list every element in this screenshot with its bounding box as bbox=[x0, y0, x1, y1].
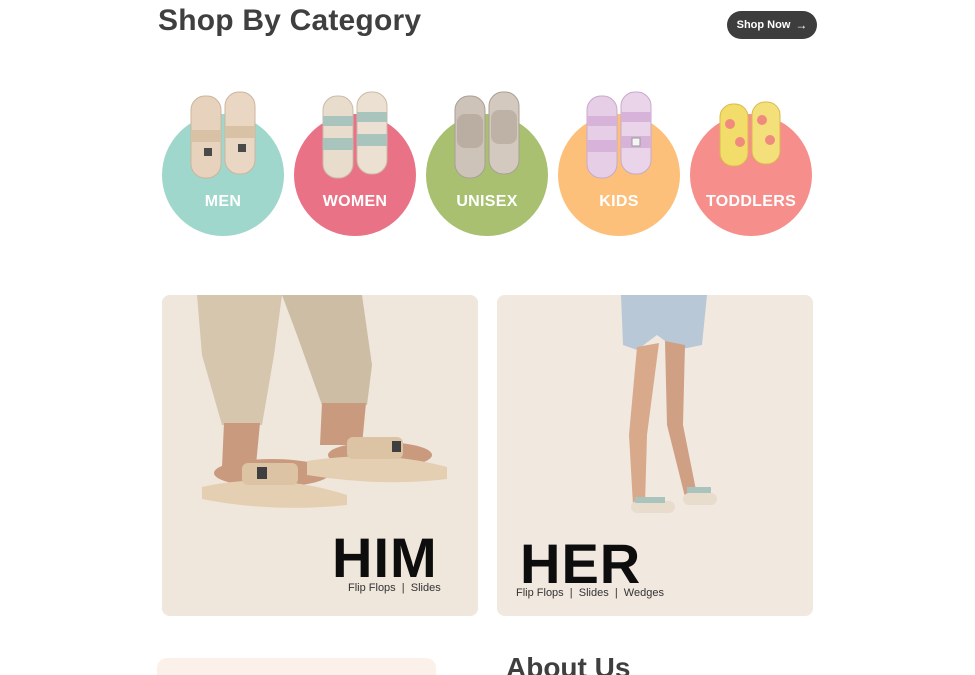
category-label: UNISEX bbox=[456, 193, 518, 210]
section-title: Shop By Category bbox=[158, 4, 422, 37]
shop-now-button[interactable]: Shop Now → bbox=[727, 11, 817, 39]
category-label: WOMEN bbox=[322, 193, 388, 210]
shop-now-label: Shop Now bbox=[736, 19, 791, 31]
arrow-right-icon: → bbox=[795, 18, 808, 32]
page: Shop By Category Shop Now → MEN WOMEN UN… bbox=[0, 0, 975, 675]
sandal-icon bbox=[322, 91, 388, 179]
sandal-icon bbox=[586, 91, 652, 179]
category-label: TODDLERS bbox=[705, 193, 797, 210]
category-kids[interactable]: KIDS bbox=[558, 90, 680, 236]
about-title: About Us bbox=[506, 652, 631, 675]
category-label: MEN bbox=[204, 193, 242, 210]
him-heading: HIM bbox=[332, 526, 438, 589]
flip-flop-icon bbox=[719, 101, 781, 167]
him-subtitle: Flip Flops | Slides bbox=[348, 582, 441, 594]
feature-card-him[interactable]: HIM Flip Flops | Slides bbox=[162, 295, 478, 616]
sandal-icon bbox=[190, 91, 256, 179]
about-image-placeholder bbox=[157, 658, 436, 675]
slide-icon bbox=[454, 91, 520, 179]
feature-card-her[interactable]: HER Flip Flops | Slides | Wedges bbox=[497, 295, 813, 616]
her-subtitle: Flip Flops | Slides | Wedges bbox=[516, 587, 664, 599]
category-women[interactable]: WOMEN bbox=[294, 90, 416, 236]
category-toddlers[interactable]: TODDLERS bbox=[690, 90, 812, 236]
category-men[interactable]: MEN bbox=[162, 90, 284, 236]
category-unisex[interactable]: UNISEX bbox=[426, 90, 548, 236]
category-label: KIDS bbox=[599, 193, 639, 210]
